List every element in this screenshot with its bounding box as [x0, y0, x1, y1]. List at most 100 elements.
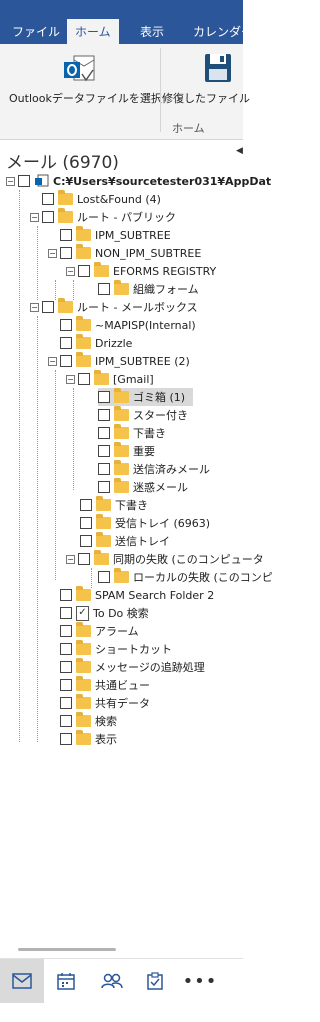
tree-checkbox[interactable] — [60, 733, 72, 745]
collapse-pane-icon[interactable]: ◀ — [236, 146, 243, 156]
tree-item-search[interactable]: 検索 — [60, 712, 117, 730]
tree-connector — [37, 316, 38, 742]
tree-checkbox[interactable] — [60, 643, 72, 655]
tree-checkbox[interactable] — [60, 715, 72, 727]
nav-mail[interactable] — [0, 959, 44, 1003]
tree-item-sent-mail[interactable]: 送信済みメール — [98, 460, 210, 478]
tree-item-label: 受信トレイ (6963) — [115, 517, 211, 530]
tree-checkbox[interactable] — [98, 445, 110, 457]
tree-checkbox[interactable] — [60, 355, 72, 367]
tree-item-ipm-subtree-public[interactable]: IPM_SUBTREE — [60, 226, 171, 244]
tree-item-outbox[interactable]: 送信トレイ — [80, 532, 170, 550]
tree-item-label: EFORMS REGISTRY — [113, 264, 217, 278]
tree-checkbox[interactable] — [42, 193, 54, 205]
folder-icon — [114, 478, 129, 493]
tree-checkbox[interactable] — [78, 265, 90, 277]
tree-item-drafts-gmail[interactable]: 下書き — [98, 424, 166, 442]
collapse-toggle[interactable]: − — [66, 374, 75, 384]
tree-checkbox[interactable] — [18, 175, 30, 187]
tree-item-label: スター付き — [133, 409, 188, 422]
outlook-icon — [64, 55, 95, 82]
tree-item-shortcuts[interactable]: ショートカット — [60, 640, 172, 658]
tree-checkbox[interactable] — [80, 535, 92, 547]
tree-checkbox[interactable] — [60, 229, 72, 241]
tree-checkbox[interactable] — [98, 481, 110, 493]
collapse-toggle[interactable]: − — [48, 248, 57, 258]
tree-item-label: Drizzle — [95, 336, 133, 350]
tree-item-important[interactable]: 重要 — [98, 442, 155, 460]
collapse-toggle[interactable]: − — [66, 554, 75, 564]
nav-calendar[interactable] — [44, 959, 88, 1003]
tree-checkbox[interactable] — [78, 553, 90, 565]
tree-checkbox[interactable] — [80, 517, 92, 529]
tree-item-local-failures[interactable]: ローカルの失敗 (このコンピ — [98, 568, 273, 586]
tree-checkbox[interactable] — [98, 283, 110, 295]
tab-file[interactable]: ファイル — [12, 20, 60, 44]
tree-item-inbox[interactable]: 受信トレイ (6963) — [80, 514, 210, 532]
tree-item-trash[interactable]: ゴミ箱 (1) — [98, 388, 194, 406]
select-outlook-file-button[interactable]: Outlookデータファイルを選択 — [0, 44, 162, 114]
nav-tasks[interactable] — [133, 959, 177, 1003]
tab-calendar[interactable]: カレンダー — [193, 20, 253, 44]
nav-people[interactable] — [90, 959, 134, 1003]
tree-item-eforms-registry[interactable]: − EFORMS REGISTRY — [66, 262, 216, 280]
tree-checkbox[interactable] — [60, 589, 72, 601]
tree-checkbox[interactable] — [60, 607, 72, 619]
tree-item-label: 組織フォーム — [133, 283, 199, 296]
tab-home[interactable]: ホーム — [67, 19, 119, 45]
tree-checkbox[interactable] — [42, 301, 54, 313]
tree-item-message-tracking[interactable]: メッセージの追跡処理 — [60, 658, 205, 676]
tree-item-label: SPAM Search Folder 2 — [95, 588, 215, 602]
tree-item-public-root[interactable]: − ルート - パブリック — [30, 208, 176, 226]
tree-item-shared-data[interactable]: 共有データ — [60, 694, 150, 712]
tree-checkbox[interactable] — [60, 697, 72, 709]
tree-checkbox[interactable] — [42, 211, 54, 223]
tree-item-gmail[interactable]: − [Gmail] — [66, 370, 154, 388]
nav-more[interactable]: ••• — [178, 959, 222, 1003]
tree-item-spam[interactable]: 迷惑メール — [98, 478, 188, 496]
collapse-toggle[interactable]: − — [48, 356, 57, 366]
tree-item-mailbox-root[interactable]: − ルート - メールボックス — [30, 298, 198, 316]
tree-item-alarms[interactable]: アラーム — [60, 622, 139, 640]
collapse-toggle[interactable]: − — [30, 302, 39, 312]
tree-item-lost-found[interactable]: Lost&Found (4) — [42, 190, 161, 208]
collapse-toggle[interactable]: − — [30, 212, 39, 222]
tree-item-ipm-subtree-mailbox[interactable]: − IPM_SUBTREE (2) — [48, 352, 190, 370]
tree-item-label: 送信トレイ — [115, 535, 170, 548]
collapse-toggle[interactable]: − — [6, 176, 15, 186]
tree-root[interactable]: − C:¥Users¥sourcetester031¥AppDat — [6, 172, 271, 190]
tree-checkbox[interactable] — [80, 499, 92, 511]
folder-icon — [76, 244, 91, 259]
tree-checkbox[interactable] — [98, 427, 110, 439]
tree-checkbox[interactable] — [98, 463, 110, 475]
tree-item-todo-search[interactable]: ✓ To Do 検索 — [60, 604, 149, 622]
tree-checkbox[interactable] — [98, 391, 110, 403]
tree-item-non-ipm-subtree[interactable]: − NON_IPM_SUBTREE — [48, 244, 201, 262]
tree-checkbox[interactable] — [98, 571, 110, 583]
tree-checkbox[interactable] — [60, 337, 72, 349]
tree-item-org-forms[interactable]: 組織フォーム — [98, 280, 199, 298]
tree-item-common-views[interactable]: 共通ビュー — [60, 676, 150, 694]
horizontal-scrollbar[interactable] — [18, 948, 116, 951]
tree-item-mapisp[interactable]: ~MAPISP(Internal) — [60, 316, 196, 334]
collapse-toggle[interactable]: − — [66, 266, 75, 276]
tree-checkbox[interactable] — [60, 319, 72, 331]
tree-item-drafts[interactable]: 下書き — [80, 496, 148, 514]
tree-item-label: IPM_SUBTREE (2) — [95, 354, 190, 368]
tree-item-starred[interactable]: スター付き — [98, 406, 188, 424]
tree-checkbox[interactable] — [78, 373, 90, 385]
tree-checkbox[interactable] — [60, 679, 72, 691]
repaired-file-button[interactable]: 修復したファイル — [161, 44, 250, 114]
tab-view[interactable]: 表示 — [140, 20, 164, 44]
ribbon-panel: Outlookデータファイルを選択 修復したファイル ホーム — [0, 44, 250, 140]
tree-checkbox[interactable] — [60, 661, 72, 673]
tree-checkbox[interactable] — [60, 625, 72, 637]
tree-item-views[interactable]: 表示 — [60, 730, 117, 748]
tree-item-sync-issues[interactable]: − 同期の失敗 (このコンピュータ — [66, 550, 264, 568]
tree-item-label: 同期の失敗 (このコンピュータ — [113, 553, 264, 566]
tree-item-spam-search-folder[interactable]: SPAM Search Folder 2 — [60, 586, 214, 604]
tree-checkbox[interactable] — [60, 247, 72, 259]
tree-checkbox[interactable] — [98, 409, 110, 421]
tree-item-drizzle[interactable]: Drizzle — [60, 334, 132, 352]
tree-item-label: ゴミ箱 (1) — [133, 391, 186, 404]
